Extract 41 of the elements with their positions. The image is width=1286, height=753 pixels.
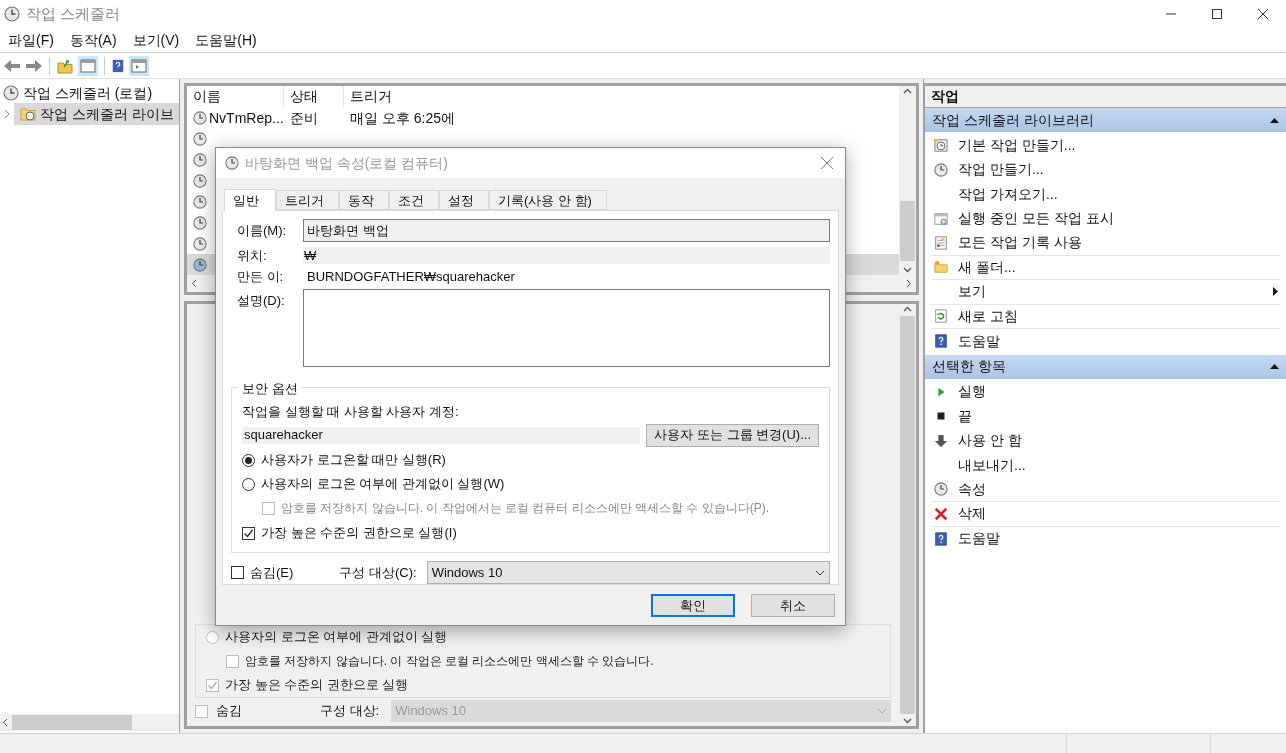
action-label: 사용 안 함: [958, 431, 1022, 451]
action-label: 도움말: [958, 331, 1000, 351]
dialog-title: 바탕화면 백업 속성(로컬 컴퓨터): [245, 153, 448, 173]
option-label: 가장 높은 수준의 권한으로 실행: [225, 676, 409, 695]
description-label: 설명(D):: [236, 292, 286, 310]
task-name: NvTmRep...: [209, 108, 284, 128]
author-value: BURNDOGFATHER₩squarehacker: [307, 267, 515, 286]
window-title: 작업 스케줄러: [26, 3, 121, 24]
hidden-label: 숨김(E): [250, 563, 294, 582]
option-label: 암호를 저장하지 않습니다. 이 작업은 로컬 리소스에만 액세스할 수 있습니다.: [245, 653, 654, 670]
option-label: 가장 높은 수준의 권한으로 실행(I): [261, 524, 457, 543]
author-label: 만든 이:: [236, 267, 285, 286]
account-label: 작업을 실행할 때 사용할 사용자 계정:: [242, 403, 460, 422]
action-label: 모든 작업 기록 사용: [958, 233, 1082, 253]
action-label: 도움말: [958, 529, 1000, 549]
action-label: 작업 만들기...: [958, 160, 1044, 180]
action-label: 끝: [958, 406, 972, 426]
location-field: ₩: [303, 247, 830, 265]
action-label: 새로 고침: [958, 306, 1018, 326]
location-label: 위치:: [236, 246, 268, 265]
actions-header: 작업: [925, 86, 1286, 108]
name-label: 이름(M):: [236, 221, 288, 240]
configure-label: 구성 대상:: [320, 702, 380, 721]
action-label: 속성: [958, 479, 986, 499]
option-label: 사용자의 로그온 여부에 관계없이 실행(W): [261, 475, 505, 494]
hidden-label: 숨김: [216, 702, 242, 721]
configure-label: 구성 대상(C):: [339, 563, 417, 582]
action-label: 새 폴더...: [958, 257, 1016, 277]
option-label: 사용자가 로그온할 때만 실행(R): [261, 451, 446, 470]
action-label: 보기: [958, 282, 986, 302]
account-field: squarehacker: [242, 426, 641, 444]
action-label: 작업 가져오기...: [958, 184, 1058, 204]
option-label: 암호를 저장하지 않습니다. 이 작업에서는 로컬 컴퓨터 리소스에만 액세스할 수 있습니다(P).: [281, 500, 769, 517]
action-label: 실행 중인 모든 작업 표시: [958, 209, 1114, 229]
action-label: 실행: [958, 382, 986, 402]
option-label: 사용자의 로그온 여부에 관계없이 실행: [225, 628, 448, 647]
action-label: 기본 작업 만들기...: [958, 135, 1076, 155]
action-label: 내보내기...: [958, 455, 1026, 475]
task-trigger: 매일 오후 6:25에: [349, 108, 457, 128]
action-label: 삭제: [958, 504, 986, 524]
task-status: 준비: [289, 108, 319, 128]
